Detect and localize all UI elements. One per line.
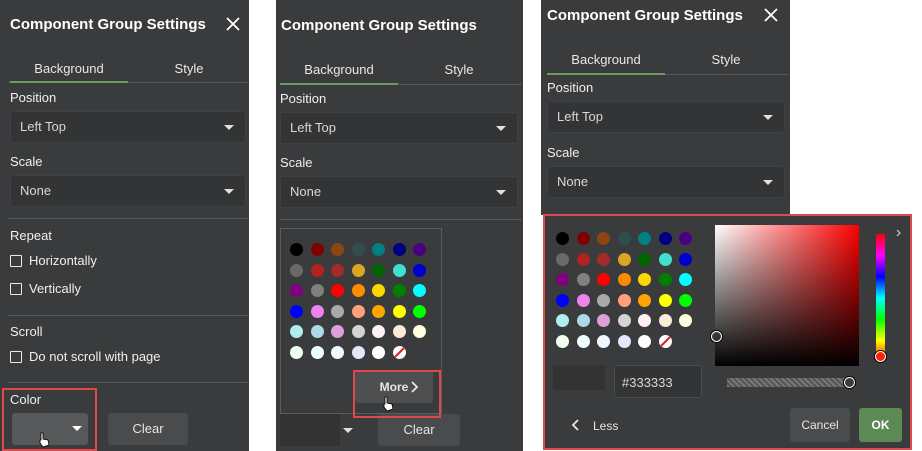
dialog-title: Component Group Settings — [10, 16, 206, 33]
color-swatch[interactable] — [392, 263, 406, 277]
scroll-label: Scroll — [10, 324, 43, 339]
color-swatch[interactable] — [351, 243, 365, 256]
color-swatch[interactable] — [392, 325, 406, 338]
color-swatch[interactable] — [372, 304, 385, 318]
horizontally-checkbox[interactable] — [10, 255, 22, 267]
color-swatch[interactable] — [331, 263, 344, 277]
tab-background[interactable]: Background — [547, 52, 665, 67]
scale-value: None — [20, 183, 52, 198]
highlight-more-button — [353, 370, 441, 418]
color-swatch[interactable] — [372, 345, 385, 359]
color-swatch[interactable] — [413, 263, 426, 277]
color-swatch[interactable] — [351, 284, 365, 297]
highlight-expanded-picker — [543, 214, 912, 450]
color-swatch[interactable] — [290, 243, 303, 256]
repeat-label: Repeat — [10, 228, 52, 243]
color-swatch[interactable] — [413, 304, 426, 318]
scale-label: Scale — [280, 155, 313, 170]
dialog-title: Component Group Settings — [547, 7, 743, 24]
scale-value: None — [290, 184, 322, 199]
color-swatch[interactable] — [310, 284, 324, 297]
color-swatch[interactable] — [331, 284, 344, 297]
scale-select[interactable]: None — [10, 175, 246, 207]
color-swatch-button[interactable] — [280, 414, 340, 446]
color-swatch[interactable] — [331, 345, 344, 359]
clear-button[interactable]: Clear — [378, 414, 460, 446]
color-swatch[interactable] — [310, 304, 324, 318]
no-scroll-label: Do not scroll with page — [29, 349, 161, 364]
color-swatch[interactable] — [331, 325, 344, 338]
tab-style[interactable]: Style — [667, 52, 785, 67]
scale-value: None — [557, 174, 589, 189]
position-label: Position — [547, 80, 594, 95]
position-select[interactable]: Left Top — [547, 101, 785, 133]
color-swatch[interactable] — [372, 243, 385, 256]
scale-select[interactable]: None — [280, 176, 518, 208]
no-scroll-checkbox[interactable] — [10, 351, 22, 363]
close-icon[interactable] — [764, 8, 778, 22]
position-value: Left Top — [20, 119, 67, 134]
vertically-checkbox[interactable] — [10, 283, 22, 295]
close-icon[interactable] — [226, 17, 240, 31]
horizontally-label: Horizontally — [29, 253, 97, 268]
color-swatch[interactable] — [290, 304, 303, 318]
tab-background[interactable]: Background — [10, 61, 128, 76]
tab-background[interactable]: Background — [280, 62, 398, 77]
scale-label: Scale — [547, 145, 580, 160]
position-select[interactable]: Left Top — [10, 111, 246, 143]
chevron-down-icon — [763, 115, 773, 120]
chevron-down-icon — [224, 189, 234, 194]
color-swatch[interactable] — [372, 284, 385, 297]
tab-style[interactable]: Style — [130, 61, 248, 76]
tab-style[interactable]: Style — [400, 62, 518, 77]
position-select[interactable]: Left Top — [280, 112, 518, 144]
color-swatch[interactable] — [310, 345, 324, 359]
highlight-color-field — [2, 388, 97, 451]
settings-panel-3: Component Group Settings Background Styl… — [541, 0, 790, 215]
color-swatch[interactable] — [392, 243, 406, 256]
color-swatch[interactable] — [290, 263, 303, 277]
color-swatch[interactable] — [351, 345, 365, 359]
color-swatch[interactable] — [310, 263, 324, 277]
color-swatch[interactable] — [392, 284, 406, 297]
position-label: Position — [280, 91, 327, 106]
chevron-down-icon[interactable] — [343, 428, 353, 433]
color-swatch[interactable] — [290, 325, 303, 338]
color-swatch[interactable] — [413, 284, 426, 297]
color-swatch[interactable] — [413, 325, 426, 338]
color-swatch[interactable] — [310, 325, 324, 338]
position-value: Left Top — [557, 109, 604, 124]
settings-panel-2: Component Group Settings Background Styl… — [276, 0, 523, 451]
color-swatch[interactable] — [372, 263, 385, 277]
scale-select[interactable]: None — [547, 166, 785, 198]
chevron-down-icon — [496, 190, 506, 195]
position-label: Position — [10, 90, 57, 105]
chevron-down-icon — [763, 180, 773, 185]
color-swatch[interactable] — [372, 325, 385, 338]
swatch-grid — [281, 229, 441, 369]
color-swatch[interactable] — [310, 243, 324, 256]
color-swatch[interactable] — [331, 304, 344, 318]
scale-label: Scale — [10, 154, 43, 169]
color-swatch[interactable] — [351, 263, 365, 277]
clear-button[interactable]: Clear — [108, 413, 188, 445]
color-swatch[interactable] — [351, 325, 365, 338]
no-color-swatch[interactable] — [392, 345, 406, 359]
color-swatch[interactable] — [351, 304, 365, 318]
position-value: Left Top — [290, 120, 337, 135]
color-swatch[interactable] — [331, 243, 344, 256]
chevron-down-icon — [496, 126, 506, 131]
settings-panel-1: Component Group Settings Background Styl… — [0, 0, 249, 451]
color-swatch[interactable] — [392, 304, 406, 318]
vertically-label: Vertically — [29, 281, 82, 296]
chevron-down-icon — [224, 125, 234, 130]
color-swatch[interactable] — [413, 243, 426, 256]
color-swatch[interactable] — [290, 284, 303, 297]
color-swatch[interactable] — [290, 345, 303, 359]
dialog-title: Component Group Settings — [281, 17, 477, 34]
